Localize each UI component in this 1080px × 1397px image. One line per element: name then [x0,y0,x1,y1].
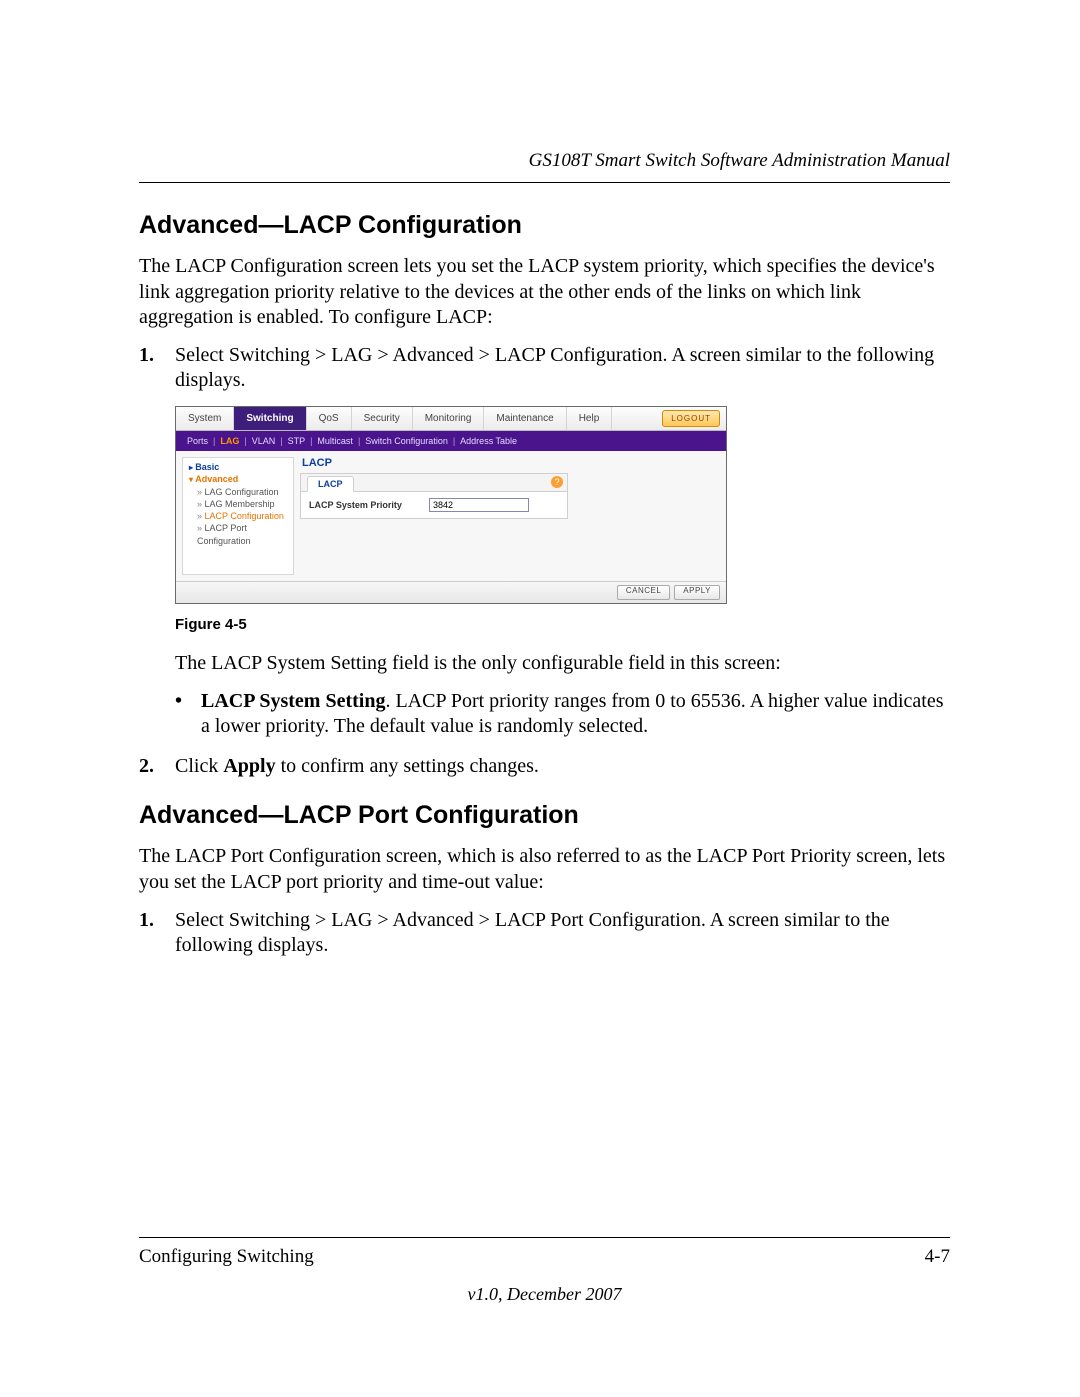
panel-tab-row: LACP ? [301,474,567,492]
header-rule [139,182,950,183]
sidebar-item-lag-membership[interactable]: LAG Membership [197,498,287,510]
tab-monitoring[interactable]: Monitoring [413,407,485,430]
main-panel-area: LACP LACP ? LACP System Priority [300,457,720,575]
step2-a: Click [175,755,223,777]
section2-intro: The LACP Port Configuration screen, whic… [139,844,950,895]
step2-apply-word: Apply [223,755,275,777]
lacp-system-priority-input[interactable] [429,498,529,512]
help-icon[interactable]: ? [551,476,563,488]
footer-left: Configuring Switching [139,1246,314,1268]
subnav: Ports| LAG| VLAN| STP| Multicast| Switch… [176,431,726,451]
sidebar-group-advanced[interactable]: Advanced [189,474,287,484]
lacp-panel: LACP ? LACP System Priority [300,473,568,519]
step-text: Select Switching > LAG > Advanced > LACP… [175,344,934,392]
subnav-stp[interactable]: STP [288,436,306,446]
subnav-multicast[interactable]: Multicast [317,436,353,446]
step-number: 2. [139,754,154,780]
tab-security[interactable]: Security [352,407,413,430]
panel-body: LACP System Priority [301,492,567,518]
step-number: 1. [139,908,154,934]
section1-step2: 2. Click Apply to confirm any settings c… [139,754,950,780]
tab-qos[interactable]: QoS [307,407,352,430]
section1-afterfig: The LACP System Setting field is the onl… [175,651,950,677]
sidebar-item-lacp-port-configuration[interactable]: LACP Port Configuration [197,522,287,546]
cancel-button[interactable]: CANCEL [617,585,670,600]
sidebar: Basic Advanced LAG Configuration LAG Mem… [182,457,294,575]
subnav-switch-config[interactable]: Switch Configuration [365,436,448,446]
panel-tab-lacp[interactable]: LACP [307,476,354,492]
section1-title: Advanced—LACP Configuration [139,211,950,240]
section1-step1: 1. Select Switching > LAG > Advanced > L… [139,343,950,394]
bullet-lead: LACP System Setting [201,690,385,712]
tab-help[interactable]: Help [567,407,613,430]
section2-title: Advanced—LACP Port Configuration [139,801,950,830]
subnav-vlan[interactable]: VLAN [252,436,276,446]
tab-maintenance[interactable]: Maintenance [484,407,566,430]
field-label-lacp-priority: LACP System Priority [305,496,425,514]
sidebar-item-lag-configuration[interactable]: LAG Configuration [197,486,287,498]
footer-version: v1.0, December 2007 [139,1284,950,1305]
step2-c: to confirm any settings changes. [276,755,539,777]
footer-right: 4-7 [925,1246,950,1268]
workarea: Basic Advanced LAG Configuration LAG Mem… [176,451,726,581]
footer-rule [139,1237,950,1238]
section2-step1: 1. Select Switching > LAG > Advanced > L… [139,908,950,959]
step-text: Select Switching > LAG > Advanced > LACP… [175,909,890,957]
sidebar-group-basic[interactable]: Basic [189,462,287,472]
subnav-ports[interactable]: Ports [187,436,208,446]
figure-lacp-screenshot: System Switching QoS Security Monitoring… [175,406,727,604]
section1-intro: The LACP Configuration screen lets you s… [139,254,950,331]
logout-button[interactable]: LOGOUT [662,410,720,427]
bullet-lacp-system-setting: LACP System Setting. LACP Port priority … [139,689,950,740]
tab-switching[interactable]: Switching [234,407,306,430]
figure-caption: Figure 4-5 [175,616,950,633]
panel-title: LACP [302,457,720,469]
main-tabbar: System Switching QoS Security Monitoring… [176,407,726,431]
running-header: GS108T Smart Switch Software Administrat… [139,150,950,172]
apply-button[interactable]: APPLY [674,585,720,600]
button-bar: CANCEL APPLY [176,581,726,603]
subnav-lag[interactable]: LAG [220,436,239,446]
page-footer: Configuring Switching 4-7 v1.0, December… [139,1237,950,1305]
tab-system[interactable]: System [176,407,234,430]
subnav-address-table[interactable]: Address Table [460,436,517,446]
step-number: 1. [139,343,154,369]
sidebar-item-lacp-configuration[interactable]: LACP Configuration [197,510,287,522]
